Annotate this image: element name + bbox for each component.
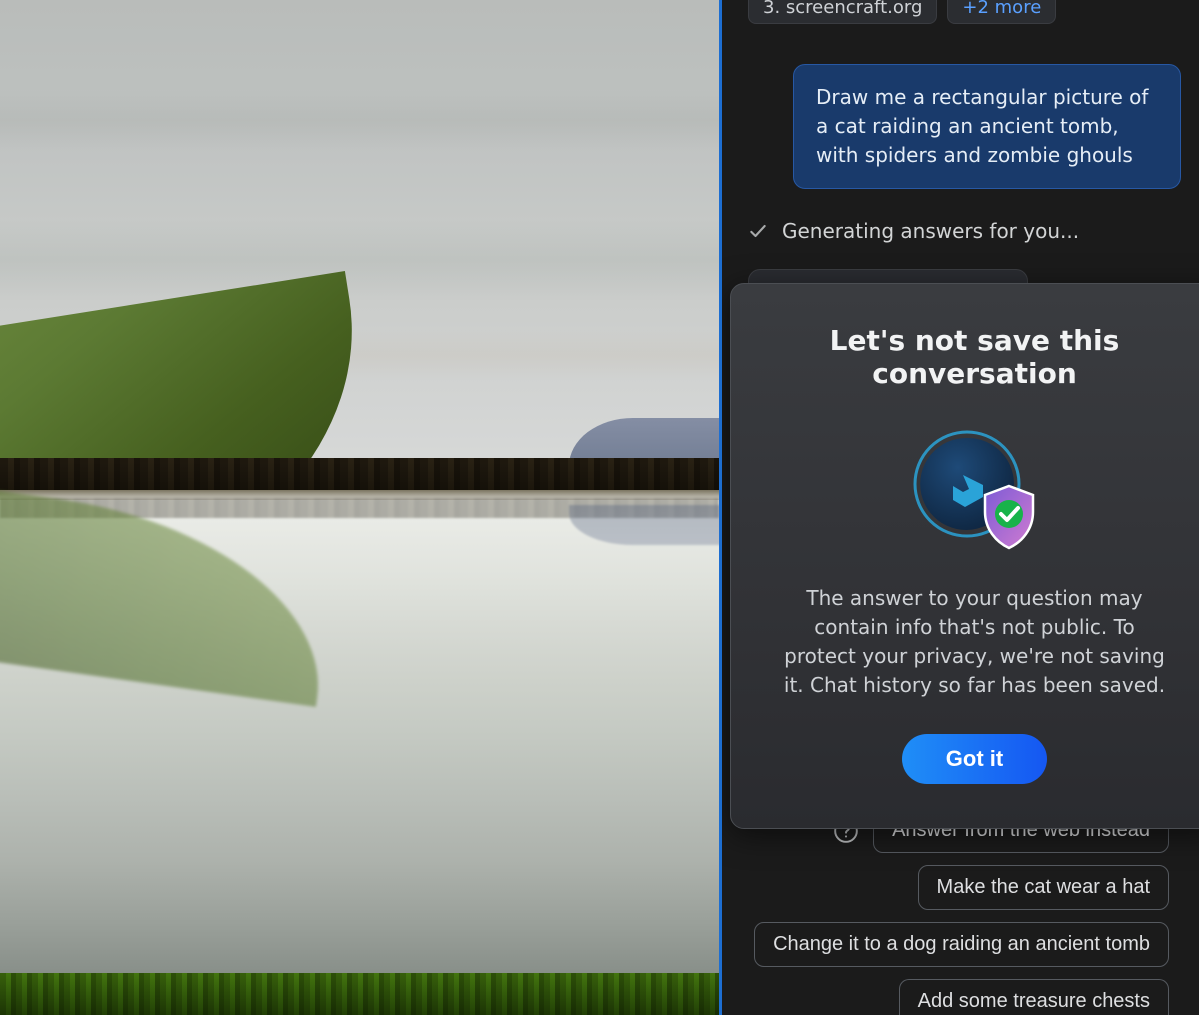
sky-cloud-band <box>0 90 719 150</box>
stone-wall <box>0 458 719 494</box>
sky-cloud-band <box>0 220 719 300</box>
modal-title: Let's not save this conversation <box>775 324 1174 390</box>
modal-graphic <box>905 426 1045 556</box>
suggestion-bar: Answer from the web instead Make the cat… <box>748 808 1169 1015</box>
source-chips: 3. screencraft.org +2 more <box>748 0 1181 24</box>
user-message-bubble: Draw me a rectangular picture of a cat r… <box>793 64 1181 189</box>
suggestion-pill[interactable]: Change it to a dog raiding an ancient to… <box>754 922 1169 967</box>
suggestion-pill[interactable]: Add some treasure chests <box>899 979 1169 1015</box>
check-icon <box>748 221 768 241</box>
status-row: Generating answers for you... <box>748 219 1181 243</box>
foreground-grass <box>0 973 719 1015</box>
privacy-modal: Let's not save this conversation <box>730 283 1199 829</box>
got-it-button[interactable]: Got it <box>902 734 1047 784</box>
user-message-text: Draw me a rectangular picture of a cat r… <box>816 85 1148 167</box>
modal-body: The answer to your question may contain … <box>780 584 1170 700</box>
suggestion-pill[interactable]: Make the cat wear a hat <box>918 865 1169 910</box>
source-chip[interactable]: 3. screencraft.org <box>748 0 937 24</box>
status-text: Generating answers for you... <box>782 219 1079 243</box>
source-chip-more[interactable]: +2 more <box>947 0 1056 24</box>
chat-panel: 3. screencraft.org +2 more Draw me a rec… <box>722 0 1199 1015</box>
desktop-wallpaper <box>0 0 722 1015</box>
